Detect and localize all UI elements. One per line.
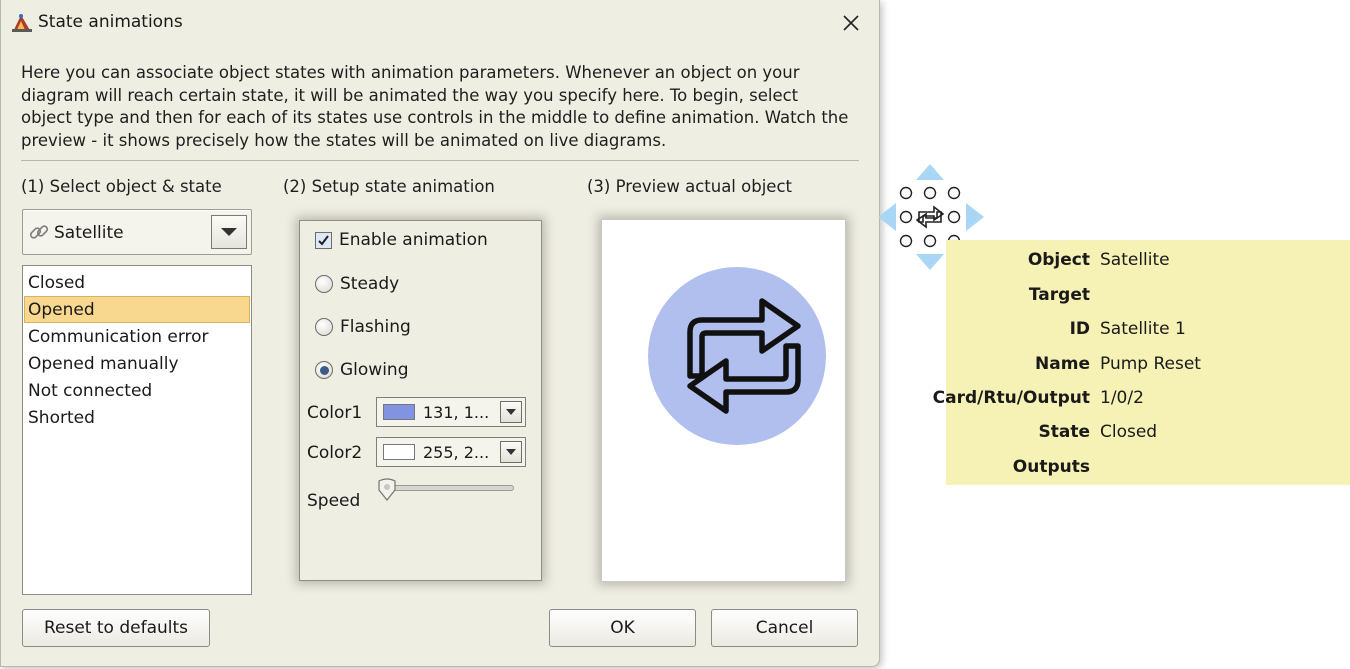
mode-flashing-radio[interactable]: Flashing (315, 317, 411, 337)
info-key: State (1038, 422, 1091, 442)
state-item-opened[interactable]: Opened (24, 296, 250, 323)
section-title-setup: (2) Setup state animation (283, 177, 495, 196)
speed-slider-thumb[interactable] (376, 478, 398, 502)
state-item-closed[interactable]: Closed (24, 269, 250, 296)
color1-value: 131, 1... (423, 403, 490, 422)
state-animations-dialog: State animations Here you can associate … (0, 0, 880, 667)
object-type-value: Satellite (54, 223, 124, 243)
info-key: Outputs (1012, 457, 1090, 477)
radio-circle[interactable] (315, 275, 333, 293)
dialog-description: Here you can associate object states wit… (21, 63, 849, 150)
section-title-preview: (3) Preview actual object (587, 177, 792, 196)
info-value: 1/0/2 (1100, 388, 1144, 408)
close-button[interactable] (837, 9, 865, 37)
section-title-select: (1) Select object & state (21, 177, 222, 196)
color1-combo[interactable]: 131, 1... (376, 397, 526, 427)
color2-swatch (383, 444, 415, 460)
color1-dropdown-button[interactable] (500, 401, 522, 423)
divider (21, 160, 859, 161)
info-key: Target (1028, 285, 1090, 305)
color2-value: 255, 2... (423, 443, 490, 462)
state-list[interactable]: Closed Opened Communication error Opened… (22, 265, 252, 595)
color1-label: Color1 (307, 403, 363, 423)
color2-combo[interactable]: 255, 2... (376, 437, 526, 467)
mode-glowing-label: Glowing (340, 360, 409, 380)
reset-to-defaults-button[interactable]: Reset to defaults (22, 609, 210, 647)
window-title: State animations (38, 12, 183, 32)
object-type-combo[interactable]: Satellite (22, 209, 252, 255)
object-type-dropdown-button[interactable] (211, 215, 247, 249)
info-key: Card/Rtu/Output (932, 388, 1090, 408)
checkbox-box[interactable] (315, 231, 332, 249)
speed-label: Speed (307, 491, 361, 511)
ok-button[interactable]: OK (549, 609, 696, 647)
radio-circle[interactable] (315, 318, 333, 336)
info-value: Pump Reset (1100, 354, 1201, 374)
enable-animation-checkbox[interactable]: Enable animation (315, 230, 488, 250)
info-key: ID (1069, 319, 1090, 339)
info-key: Object (1027, 250, 1090, 270)
repeat-arrows-icon (915, 205, 945, 229)
info-key: Name (1035, 354, 1090, 374)
preview-object (648, 267, 826, 445)
cancel-button[interactable]: Cancel (711, 609, 858, 647)
triangle-down-icon (221, 228, 237, 236)
checkmark-icon (318, 234, 329, 246)
object-info-panel: Object Satellite Target ID Satellite 1 N… (933, 240, 1350, 485)
triangle-down-icon (506, 449, 516, 455)
triangle-down-icon (506, 409, 516, 415)
state-item-communication-error[interactable]: Communication error (24, 323, 250, 350)
info-value: Satellite 1 (1100, 319, 1186, 339)
animation-settings-panel: Enable animation Steady Flashing Glowing… (299, 220, 542, 581)
speed-slider-track[interactable] (382, 485, 514, 491)
color2-label: Color2 (307, 443, 363, 463)
radio-circle-selected[interactable] (315, 361, 333, 379)
state-item-opened-manually[interactable]: Opened manually (24, 350, 250, 377)
color1-swatch (383, 404, 415, 420)
color2-dropdown-button[interactable] (500, 441, 522, 463)
mode-flashing-label: Flashing (340, 317, 411, 337)
resize-handles (899, 186, 961, 248)
link-icon (29, 225, 49, 239)
mode-glowing-radio[interactable]: Glowing (315, 360, 409, 380)
title-bar[interactable]: State animations (1, 0, 879, 46)
mode-steady-label: Steady (340, 274, 400, 294)
mode-steady-radio[interactable]: Steady (315, 274, 399, 294)
state-item-not-connected[interactable]: Not connected (24, 377, 250, 404)
info-value: Satellite (1100, 250, 1170, 270)
close-icon (843, 15, 859, 31)
info-value: Closed (1100, 422, 1158, 442)
preview-area (601, 219, 846, 582)
enable-animation-label: Enable animation (339, 230, 488, 250)
state-item-shorted[interactable]: Shorted (24, 404, 250, 431)
app-icon (12, 14, 32, 32)
